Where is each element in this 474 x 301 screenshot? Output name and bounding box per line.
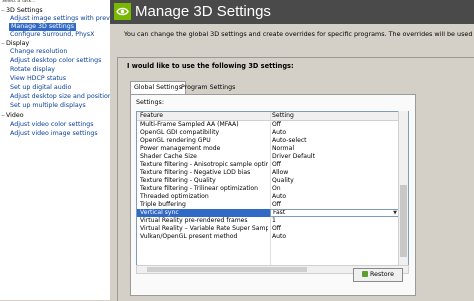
- setting-cell: Auto: [272, 193, 287, 200]
- setting-cell: Auto-select: [272, 137, 307, 144]
- divider: [110, 24, 117, 300]
- feature-cell: OpenGL rendering GPU: [140, 137, 211, 144]
- table-row[interactable]: Triple buffering Off: [137, 201, 399, 209]
- setting-cell: Off: [272, 161, 281, 168]
- setting-cell: Allow: [272, 169, 289, 176]
- tree-category-label: 3D Settings: [6, 7, 43, 14]
- tree-item-view-hdcp-status[interactable]: View HDCP status: [10, 75, 66, 83]
- restore-button-label: Restore: [370, 271, 394, 278]
- setting-cell: Off: [272, 121, 281, 128]
- feature-cell: Texture filtering - Anisotropic sample o…: [140, 161, 268, 168]
- feature-cell: Texture filtering - Negative LOD bias: [140, 169, 251, 176]
- table-row[interactable]: Power management mode Normal: [137, 145, 399, 153]
- tree-item-adjust-video-image[interactable]: Adjust video image settings: [10, 130, 98, 138]
- table-row[interactable]: Virtual Reality – Variable Rate Super Sa…: [137, 225, 399, 233]
- tree-item-adjust-desktop-size[interactable]: Adjust desktop size and position: [10, 93, 110, 101]
- feature-cell: Texture filtering - Quality: [140, 177, 216, 184]
- feature-cell: Triple buffering: [140, 201, 186, 208]
- tree-item-change-resolution[interactable]: Change resolution: [10, 48, 67, 56]
- column-header-feature[interactable]: Feature: [140, 112, 268, 120]
- table-row[interactable]: Shader Cache Size Driver Default: [137, 153, 399, 161]
- feature-cell: Multi-Frame Sampled AA (MFAA): [140, 121, 239, 128]
- tree-top-fragment: Select a Task...: [2, 0, 36, 4]
- feature-cell: Threaded optimization: [140, 193, 209, 200]
- grid-header-row: Feature Setting: [137, 112, 399, 120]
- table-row[interactable]: OpenGL GDI compatibility Auto: [137, 129, 399, 137]
- table-row-selected[interactable]: Vertical sync Fast ▼: [137, 209, 400, 217]
- setting-cell: Auto: [272, 233, 287, 240]
- table-row[interactable]: Texture filtering - Anisotropic sample o…: [137, 161, 399, 169]
- panel-heading: I would like to use the following 3D set…: [127, 62, 294, 70]
- setting-cell: Quality: [272, 177, 294, 184]
- setting-dropdown-value: Fast: [273, 209, 286, 216]
- tree-item-adjust-desktop-color[interactable]: Adjust desktop color settings: [10, 57, 101, 65]
- setting-cell: 1: [272, 217, 276, 224]
- tree-category-3d-settings[interactable]: −3D Settings: [0, 7, 43, 15]
- setting-cell: Off: [272, 201, 281, 208]
- table-row[interactable]: Threaded optimization Auto: [137, 193, 399, 201]
- scrollbar-thumb[interactable]: [147, 267, 307, 272]
- page-header: Manage 3D Settings: [110, 0, 474, 24]
- tree-item-adjust-image-settings[interactable]: Adjust image settings with previev: [10, 15, 110, 23]
- settings-grid: Feature Setting Multi-Frame Sampled AA (…: [136, 111, 409, 267]
- table-row[interactable]: Texture filtering - Trilinear optimizati…: [137, 185, 399, 193]
- tree-item-adjust-video-color[interactable]: Adjust video color settings: [10, 121, 94, 129]
- tree-item-set-up-digital-audio[interactable]: Set up digital audio: [10, 84, 71, 92]
- scrollbar-thumb[interactable]: [400, 185, 407, 257]
- feature-cell: Texture filtering - Trilinear optimizati…: [140, 185, 259, 192]
- settings-label: Settings:: [136, 99, 164, 106]
- feature-cell: OpenGL GDI compatibility: [140, 129, 220, 136]
- tree-item-set-up-multiple-displays[interactable]: Set up multiple displays: [10, 102, 86, 110]
- setting-cell: Auto: [272, 129, 287, 136]
- feature-cell: Vertical sync: [140, 209, 179, 216]
- tree-item-configure-surround-physx[interactable]: Configure Surround, PhysX: [10, 31, 94, 39]
- table-row[interactable]: Virtual Reality pre-rendered frames 1: [137, 217, 399, 225]
- feature-cell: Vulkan/OpenGL present method: [140, 233, 238, 240]
- tree-category-label: Video: [6, 112, 24, 119]
- feature-cell: Power management mode: [140, 145, 221, 152]
- feature-cell: Shader Cache Size: [140, 153, 197, 160]
- feature-cell: Virtual Reality pre-rendered frames: [140, 217, 248, 224]
- tab-program-settings[interactable]: Program Settings: [178, 82, 238, 94]
- feature-cell: Virtual Reality – Variable Rate Super Sa…: [140, 225, 268, 232]
- nvidia-logo-icon: [114, 3, 131, 20]
- tree-item-rotate-display[interactable]: Rotate display: [10, 66, 55, 74]
- table-row[interactable]: OpenGL rendering GPU Auto-select: [137, 137, 399, 145]
- table-row[interactable]: Texture filtering - Quality Quality: [137, 177, 399, 185]
- column-header-setting[interactable]: Setting: [272, 112, 398, 120]
- restore-icon: [362, 271, 369, 277]
- tree-category-display[interactable]: −Display: [0, 40, 29, 48]
- restore-button[interactable]: Restore: [353, 268, 403, 282]
- tree-category-video[interactable]: −Video: [0, 112, 24, 120]
- intro-text: You can change the global 3D settings an…: [124, 30, 474, 38]
- setting-cell: On: [272, 185, 281, 192]
- page-title: Manage 3D Settings: [135, 3, 271, 20]
- table-row[interactable]: Texture filtering - Negative LOD bias All…: [137, 169, 399, 177]
- tree-item-manage-3d-settings[interactable]: Manage 3D settings: [9, 23, 76, 31]
- table-row[interactable]: Vulkan/OpenGL present method Auto: [137, 233, 399, 241]
- vertical-scrollbar[interactable]: [398, 111, 408, 265]
- setting-cell: Off: [272, 225, 281, 232]
- setting-dropdown[interactable]: Fast ▼: [270, 209, 400, 217]
- table-row[interactable]: Multi-Frame Sampled AA (MFAA) Off: [137, 121, 399, 129]
- task-tree: Select a Task... −3D Settings Adjust ima…: [0, 0, 111, 300]
- setting-cell: Normal: [272, 145, 295, 152]
- setting-cell: Driver Default: [272, 153, 315, 160]
- tree-category-label: Display: [6, 40, 30, 47]
